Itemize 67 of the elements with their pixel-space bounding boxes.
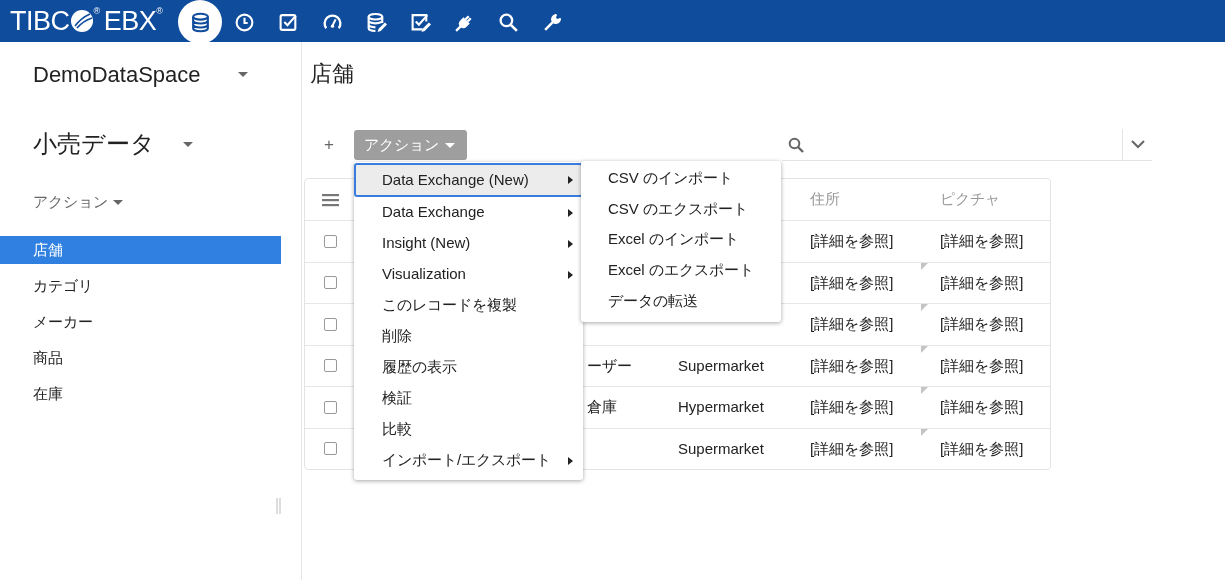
checkbox[interactable] bbox=[323, 400, 337, 414]
caret-icon[interactable] bbox=[238, 71, 248, 77]
logo-text: EBX bbox=[103, 4, 157, 38]
menu-item[interactable]: CSV のインポート bbox=[581, 163, 781, 194]
sidebar-item[interactable]: カテゴリ bbox=[0, 272, 281, 300]
caret-icon[interactable] bbox=[183, 141, 193, 147]
checkbox[interactable] bbox=[323, 359, 337, 373]
details-link[interactable]: [詳細を参照] bbox=[940, 230, 1024, 253]
resize-handle-icon[interactable] bbox=[276, 498, 281, 514]
checkbox[interactable] bbox=[323, 442, 337, 456]
sidebar-item[interactable]: 店舗 bbox=[0, 236, 281, 264]
chevron-down-icon[interactable] bbox=[1130, 140, 1145, 149]
menu-item[interactable]: このレコードを複製 bbox=[354, 290, 583, 321]
page-title: 店舗 bbox=[309, 60, 355, 88]
submenu-arrow-icon bbox=[568, 270, 573, 279]
menu-item[interactable]: データの転送 bbox=[581, 285, 781, 317]
details-link[interactable]: [詳細を参照] bbox=[810, 273, 894, 291]
sidebar-item[interactable]: 在庫 bbox=[0, 380, 281, 408]
sidebar-item[interactable]: メーカー bbox=[0, 308, 281, 336]
registered-mark: ® bbox=[156, 7, 163, 16]
menu-item[interactable]: 履歴の表示 bbox=[354, 352, 583, 383]
column-menu-icon[interactable] bbox=[321, 192, 339, 207]
menu-item[interactable]: Excel のインポート bbox=[581, 224, 781, 256]
logo-icon bbox=[69, 9, 94, 33]
details-link[interactable]: [詳細を参照] bbox=[940, 271, 1024, 294]
database-icon[interactable] bbox=[178, 0, 223, 44]
menu-item[interactable]: Visualization bbox=[354, 259, 583, 290]
details-link[interactable]: [詳細を参照] bbox=[940, 396, 1024, 419]
menu-item[interactable]: 検証 bbox=[354, 383, 583, 414]
sidebar-item[interactable]: 商品 bbox=[0, 344, 281, 372]
dataspace-name[interactable]: DemoDataSpace bbox=[33, 57, 238, 91]
menu-item[interactable]: Data Exchange (New) bbox=[354, 163, 583, 197]
menu-item[interactable]: 比較 bbox=[354, 414, 583, 445]
menu-item[interactable]: 削除 bbox=[354, 321, 583, 352]
dataset-name[interactable]: 小売データ bbox=[33, 126, 183, 162]
table-cell: Hypermarket bbox=[678, 398, 764, 415]
menu-item[interactable]: CSV のエクスポート bbox=[581, 193, 781, 225]
submenu-arrow-icon bbox=[568, 239, 573, 248]
menu-item[interactable]: Excel のエクスポート bbox=[581, 255, 781, 286]
details-link[interactable]: [詳細を参照] bbox=[810, 315, 894, 332]
add-button[interactable]: + bbox=[304, 132, 354, 158]
logo-text: TIBC bbox=[10, 4, 70, 38]
table-cell: ーザー bbox=[587, 356, 632, 374]
caret-icon[interactable] bbox=[113, 199, 123, 205]
table-cell: Supermarket bbox=[678, 356, 764, 374]
submenu-arrow-icon bbox=[568, 456, 573, 465]
details-link[interactable]: [詳細を参照] bbox=[940, 437, 1024, 460]
registered-mark: ® bbox=[93, 7, 100, 16]
menu-item[interactable]: インポート/エクスポート bbox=[354, 445, 583, 476]
details-link[interactable]: [詳細を参照] bbox=[810, 439, 894, 457]
actions-menu[interactable]: アクション bbox=[33, 190, 108, 214]
details-link[interactable]: [詳細を参照] bbox=[810, 398, 894, 415]
checkbox[interactable] bbox=[323, 317, 337, 331]
details-link[interactable]: [詳細を参照] bbox=[940, 313, 1024, 336]
search-field[interactable] bbox=[782, 129, 1152, 161]
search-icon bbox=[788, 136, 804, 153]
checkbox[interactable] bbox=[323, 234, 337, 248]
details-link[interactable]: [詳細を参照] bbox=[810, 356, 894, 374]
details-link[interactable]: [詳細を参照] bbox=[810, 232, 894, 249]
submenu-arrow-icon bbox=[568, 176, 573, 184]
details-link[interactable]: [詳細を参照] bbox=[940, 354, 1024, 377]
submenu-arrow-icon bbox=[568, 208, 573, 217]
checkbox[interactable] bbox=[323, 276, 337, 290]
table-cell: Supermarket bbox=[678, 439, 764, 457]
menu-item[interactable]: Data Exchange bbox=[354, 197, 583, 228]
table-cell: 倉庫 bbox=[587, 398, 617, 415]
menu-item[interactable]: Insight (New) bbox=[354, 228, 583, 259]
